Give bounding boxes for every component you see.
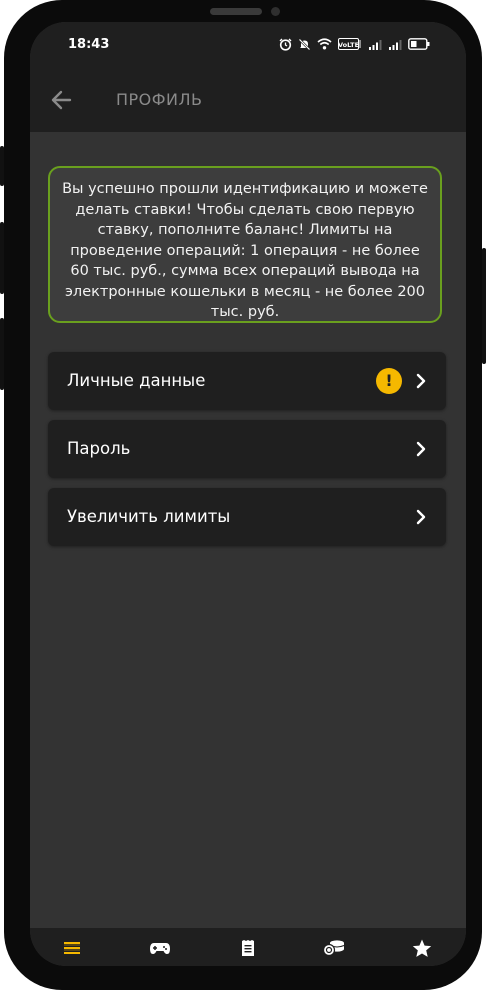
menu-item-increase-limits[interactable]: Увеличить лимиты [48,488,446,546]
status-time: 18:43 [68,37,110,52]
phone-camera [271,7,280,16]
bottom-nav [30,928,466,966]
status-icons: VoLTE [279,37,430,51]
battery-icon [408,38,430,50]
nav-item-menu[interactable] [60,937,84,959]
arrow-left-icon[interactable] [48,86,76,114]
signal-icon [389,40,402,50]
nav-item-favorites[interactable] [410,937,434,959]
menu-item-personal-data[interactable]: Личные данные ! [48,352,446,410]
mute-icon [298,38,311,50]
wifi-icon [317,38,332,50]
star-icon [412,939,432,957]
phone-speaker [210,8,262,15]
phone-side-button [0,146,4,186]
notice-text: Вы успешно прошли идентификацию и можете… [62,181,428,320]
volte-text: VoLTE [338,41,359,49]
warning-icon: ! [376,368,402,394]
chevron-right-icon [416,441,426,457]
phone-frame: 18:43 VoLTE ПРОФИЛЬ Вы успешно прошли ид… [0,0,486,990]
alarm-icon [279,38,292,51]
gamepad-icon [150,943,170,954]
chevron-right-icon [416,509,426,525]
signal-icon [369,40,382,50]
phone-side-button [482,248,486,364]
menu-item-label: Увеличить лимиты [67,507,231,526]
nav-item-coupon[interactable] [236,937,260,959]
menu-item-password[interactable]: Пароль [48,420,446,478]
volte-icon: VoLTE [338,38,361,50]
coins-icon [322,940,345,957]
nav-item-coins[interactable] [322,937,346,959]
status-bar: 18:43 VoLTE [30,22,466,68]
page-title: ПРОФИЛЬ [116,90,203,109]
coupon-icon [242,940,254,956]
phone-side-button [0,318,4,390]
menu-item-label: Личные данные [67,371,206,390]
phone-side-button [0,222,4,294]
identification-notice: Вы успешно прошли идентификацию и можете… [48,166,442,323]
app-bar: ПРОФИЛЬ [30,68,466,132]
nav-item-games[interactable] [148,937,172,959]
menu-list-icon [64,942,80,954]
chevron-right-icon [416,373,426,389]
menu-item-label: Пароль [67,439,131,458]
screen: 18:43 VoLTE ПРОФИЛЬ Вы успешно прошли ид… [30,22,466,966]
